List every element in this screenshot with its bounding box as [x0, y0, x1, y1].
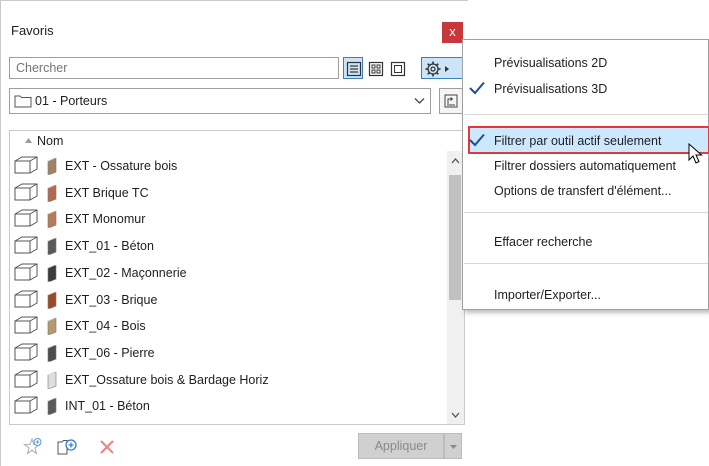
add-favorite-icon[interactable] [23, 437, 43, 457]
sort-ascending-icon[interactable] [24, 137, 33, 144]
material-swatch-icon [47, 158, 57, 175]
wall-tool-icon [14, 156, 38, 174]
list-item[interactable]: EXT_Ossature bois & Bardage Horiz [10, 367, 446, 394]
item-name: INT_01 - Béton [65, 399, 150, 414]
material-swatch-icon [47, 184, 57, 202]
material-swatch-icon [47, 211, 57, 229]
list-item[interactable]: INT_01 - Béton [10, 393, 446, 420]
preview-view-button[interactable] [387, 57, 407, 79]
grid-view-button[interactable] [365, 57, 385, 79]
menu-separator [464, 114, 708, 115]
folder-label: 01 - Porteurs [35, 94, 108, 108]
new-folder-icon[interactable] [57, 437, 79, 457]
material-swatch-icon [47, 264, 57, 282]
apply-options-button[interactable] [444, 433, 462, 459]
list-item[interactable]: EXT - Ossature bois [10, 153, 446, 180]
delete-icon[interactable] [97, 437, 117, 457]
menu-separator [464, 212, 708, 213]
title-bar: Favoris x [1, 15, 467, 47]
menu-item-preview-2d[interactable]: Prévisualisations 2D [494, 56, 607, 70]
search-input[interactable] [9, 57, 339, 79]
material-swatch-icon [47, 398, 57, 416]
material-swatch-icon [47, 318, 57, 335]
menu-item-filter-active-tool[interactable]: Filtrer par outil actif seulement [494, 134, 661, 148]
menu-item-filter-folders-auto[interactable]: Filtrer dossiers automatiquement [494, 159, 676, 173]
material-swatch-icon [47, 371, 57, 389]
wall-tool-icon [14, 209, 38, 227]
wall-tool-icon [14, 396, 38, 414]
apply-button[interactable]: Appliquer [358, 433, 444, 459]
menu-item-clear-search[interactable]: Effacer recherche [494, 235, 592, 249]
mouse-cursor-icon [688, 143, 703, 164]
column-header-name[interactable]: Nom [37, 134, 63, 148]
list-header: Nom [10, 131, 446, 151]
list-item[interactable]: EXT_04 - Bois [10, 313, 446, 340]
item-name: EXT_02 - Maçonnerie [65, 265, 187, 280]
favorites-panel: Favoris x Chercher 01 - Porteurs Nom EXT… [0, 0, 468, 466]
wall-tool-icon [14, 316, 38, 334]
item-name: EXT_04 - Bois [65, 319, 146, 334]
item-name: EXT_Ossature bois & Bardage Horiz [65, 372, 269, 387]
item-name: EXT_01 - Béton [65, 239, 154, 254]
scroll-up-icon[interactable] [451, 158, 460, 164]
list-view-icon [346, 61, 362, 77]
settings-menu: Prévisualisations 2D Prévisualisations 3… [462, 39, 709, 310]
list-item[interactable]: EXT_03 - Brique [10, 287, 446, 314]
material-swatch-icon [47, 291, 57, 309]
wall-tool-icon [14, 290, 38, 307]
material-swatch-icon [47, 238, 57, 255]
folder-up-icon [444, 94, 458, 108]
chevron-down-icon [414, 98, 425, 104]
menu-item-import-export[interactable]: Importer/Exporter... [494, 288, 601, 302]
item-name: EXT_03 - Brique [65, 292, 158, 307]
item-name: EXT - Ossature bois [65, 159, 178, 173]
menu-separator [464, 263, 708, 264]
material-swatch-icon [47, 345, 57, 362]
wall-tool-icon [14, 370, 38, 388]
wall-tool-icon [14, 263, 38, 281]
item-name: EXT_06 - Pierre [65, 345, 155, 360]
scrollbar-thumb[interactable] [449, 175, 461, 300]
gear-icon [425, 61, 449, 77]
list-item[interactable]: EXT Brique TC [10, 180, 446, 207]
list-item[interactable]: EXT_06 - Pierre [10, 340, 446, 367]
menu-item-transfer-options[interactable]: Options de transfert d'élément... [494, 184, 671, 198]
folder-up-button[interactable] [439, 88, 463, 114]
item-name: EXT Monomur [65, 212, 146, 227]
folder-dropdown[interactable]: 01 - Porteurs [9, 88, 431, 114]
menu-item-preview-3d[interactable]: Prévisualisations 3D [494, 82, 607, 96]
scroll-down-icon[interactable] [451, 412, 460, 418]
panel-title: Favoris [11, 23, 54, 38]
favorites-list: Nom EXT - Ossature bois EXT Brique TC EXT … [9, 130, 465, 425]
list-item[interactable]: EXT Monomur [10, 206, 446, 233]
folder-icon [14, 95, 32, 108]
close-button[interactable]: x [442, 22, 463, 43]
wall-tool-icon [14, 343, 38, 361]
checkmark-icon [469, 81, 485, 95]
chevron-down-icon [450, 445, 457, 449]
item-name: EXT Brique TC [65, 185, 149, 200]
list-view-button[interactable] [343, 57, 363, 79]
list-item[interactable]: EXT_02 - Maçonnerie [10, 260, 446, 287]
list-item[interactable]: EXT_01 - Béton [10, 233, 446, 260]
wall-tool-icon [14, 183, 38, 201]
grid-view-icon [368, 61, 384, 77]
checkmark-icon [469, 133, 485, 147]
preview-view-icon [390, 61, 406, 77]
settings-menu-button[interactable] [421, 57, 463, 79]
wall-tool-icon [14, 236, 38, 254]
